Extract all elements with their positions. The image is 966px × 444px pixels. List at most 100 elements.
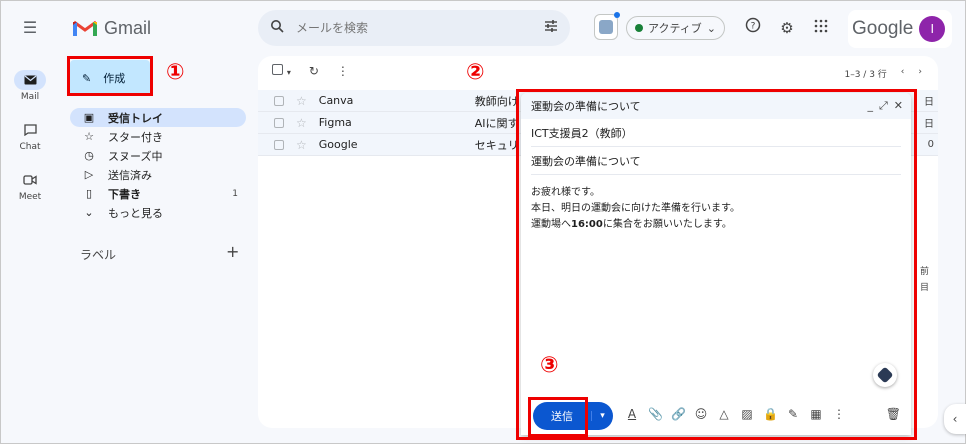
signature-pen-icon[interactable]: ✎ (786, 407, 800, 421)
prev-page-icon[interactable]: ‹ (901, 67, 905, 80)
active-status-dot (635, 24, 643, 32)
compose-title: 運動会の準備について (531, 100, 641, 113)
sidebar-item-starred[interactable]: ☆ スター付き (70, 127, 246, 146)
email-subject: AIに関す (474, 116, 519, 130)
attach-icon[interactable]: 📎 (648, 407, 663, 421)
to-value: ICT支援員2（教師） (531, 126, 633, 140)
compose-label: 作成 (103, 72, 126, 85)
email-sender: Google (318, 138, 358, 151)
select-all-checkbox[interactable]: ▾ (272, 64, 291, 78)
sidebar-item-label: もっと見る (108, 206, 163, 220)
expand-icon[interactable]: ⤢ (879, 99, 888, 113)
sidebar-item-label: 下書き (108, 187, 141, 201)
star-icon: ☆ (84, 130, 94, 143)
avatar[interactable]: I (919, 16, 946, 42)
add-label-icon[interactable]: + (226, 242, 239, 261)
sidebar-item-drafts[interactable]: ▯ 下書き 1 (70, 184, 246, 203)
account-box[interactable]: Google I (848, 10, 952, 48)
sidebar-nav: ▣ 受信トレイ ☆ スター付き ◷ スヌーズ中 ▷ 送信済み ▯ 下書き 1 ⌄… (70, 108, 246, 222)
body-line: 運動場へ16:00に集合をお願いいたします。 (531, 219, 732, 230)
minimize-icon[interactable]: _ (867, 99, 873, 113)
email-sender: Canva (318, 94, 354, 107)
rail-label-chat: Chat (19, 142, 41, 152)
drive-icon[interactable]: △ (717, 407, 731, 421)
compose-toolbar: A 📎 🔗 ☺ △ ▨ 🔒 ✎ ▦ ⋮ (625, 407, 846, 421)
rail-item-mail[interactable]: Mail (0, 70, 60, 102)
compose-window: 運動会の準備について _ ⤢ ✕ ICT支援員2（教師） 運動会の準備について … (521, 93, 911, 435)
help-icon[interactable]: ? (742, 17, 764, 39)
compose-button[interactable]: ✎ 作成 (70, 60, 150, 96)
photo-icon[interactable]: ▨ (740, 407, 754, 421)
send-options-chevron-icon[interactable]: ▾ (591, 411, 613, 421)
sidebar-item-snoozed[interactable]: ◷ スヌーズ中 (70, 146, 246, 165)
subject-field[interactable]: 運動会の準備について (531, 147, 901, 175)
gmail-logo[interactable]: Gmail (72, 14, 151, 42)
email-date: 日 (924, 97, 934, 108)
next-page-icon[interactable]: › (918, 67, 922, 80)
sidebar-item-sent[interactable]: ▷ 送信済み (70, 165, 246, 184)
star-icon[interactable]: ☆ (296, 116, 307, 130)
snooze-icon: ◷ (84, 149, 94, 162)
send-button[interactable]: 送信 ▾ (533, 402, 613, 430)
email-subject: セキュリ (474, 138, 519, 152)
sidebar-item-more[interactable]: ⌄ もっと見る (70, 203, 246, 222)
schedule-calendar-icon[interactable]: ▦ (809, 407, 823, 421)
more-options-icon[interactable]: ⋮ (337, 64, 349, 78)
row-checkbox[interactable] (274, 139, 284, 150)
annotation-number-3: ③ (540, 353, 559, 378)
email-sender: Figma (318, 116, 352, 129)
main-menu-icon[interactable]: ☰ (20, 18, 40, 38)
emoji-icon[interactable]: ☺ (694, 407, 708, 421)
search-bar[interactable] (258, 10, 570, 46)
body-line: 本日、明日の運動会に向けた準備を行います。 (531, 203, 740, 214)
rail-item-chat[interactable]: Chat (0, 120, 60, 152)
send-label: 送信 (551, 410, 573, 423)
labels-heading: ラベル (80, 248, 117, 262)
rail-label-meet: Meet (18, 192, 42, 202)
email-subject: 教師向け (474, 94, 519, 108)
meet-icon (14, 170, 46, 190)
list-toolbar: ▾ ↻ ⋮ (272, 64, 349, 78)
search-input[interactable] (296, 21, 544, 35)
send-icon: ▷ (84, 168, 94, 181)
rail-label-mail: Mail (20, 92, 40, 102)
extension-icon[interactable] (594, 12, 620, 40)
sidebar-item-inbox[interactable]: ▣ 受信トレイ (70, 108, 246, 127)
sidebar-item-label: スヌーズ中 (108, 149, 163, 163)
message-body[interactable]: お疲れ様です。 本日、明日の運動会に向けた準備を行います。 運動場へ16:00に… (521, 175, 911, 243)
chat-icon (14, 120, 46, 140)
gmail-logo-text: Gmail (104, 17, 152, 38)
refresh-icon[interactable]: ↻ (309, 64, 319, 78)
settings-gear-icon[interactable]: ⚙ (776, 17, 798, 39)
search-icon[interactable] (270, 19, 288, 37)
email-date: 0 (927, 139, 934, 150)
star-icon[interactable]: ☆ (296, 94, 307, 108)
row-checkbox[interactable] (274, 95, 284, 106)
sidebar-item-label: 送信済み (108, 168, 152, 182)
email-date: 日 (924, 119, 934, 130)
more-options-icon[interactable]: ⋮ (832, 407, 846, 421)
annotation-number-2: ② (466, 60, 485, 85)
confidential-lock-icon[interactable]: 🔒 (763, 407, 778, 421)
assistant-extension-icon[interactable] (873, 363, 897, 387)
status-selector[interactable]: アクティブ ⌄ (626, 16, 726, 40)
text-format-icon[interactable]: A (625, 407, 639, 421)
subject-value: 運動会の準備について (531, 154, 641, 168)
rail-item-meet[interactable]: Meet (0, 170, 60, 202)
svg-text:?: ? (751, 22, 756, 32)
inbox-icon: ▣ (83, 111, 95, 124)
side-panel-toggle-icon[interactable]: ‹ (944, 404, 966, 434)
to-field[interactable]: ICT支援員2（教師） (531, 119, 901, 147)
star-icon[interactable]: ☆ (296, 138, 307, 152)
close-icon[interactable]: ✕ (894, 99, 903, 113)
search-options-icon[interactable] (544, 19, 558, 37)
apps-grid-icon[interactable] (810, 17, 832, 39)
pagination: 1–3 / 3 行 ‹ › (844, 67, 922, 80)
row-checkbox[interactable] (274, 117, 284, 128)
chevron-down-icon: ⌄ (706, 21, 717, 35)
compose-header[interactable]: 運動会の準備について _ ⤢ ✕ (521, 93, 911, 119)
activity-fragment: 目 (920, 283, 930, 293)
discard-trash-icon[interactable]: 🗑 (886, 407, 901, 421)
body-line: お疲れ様です。 (531, 187, 600, 198)
link-icon[interactable]: 🔗 (671, 407, 686, 421)
